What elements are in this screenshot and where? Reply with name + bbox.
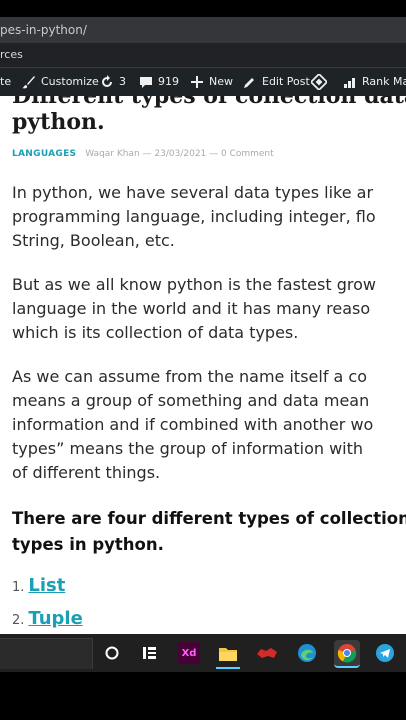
windows-taskbar: Xd <box>0 634 406 672</box>
comments-count: 919 <box>158 75 179 88</box>
list-item: 2. Tuple <box>12 608 83 629</box>
paragraph-1: In python, we have several data types li… <box>12 181 406 253</box>
cortana-icon[interactable] <box>100 641 124 665</box>
wp-admin-bar: te Customize 3 919 New Edit Post Rank Ma <box>0 68 406 96</box>
refresh-icon <box>102 75 112 87</box>
admin-item-rank-math[interactable]: Rank Ma <box>343 68 406 96</box>
chrome-icon[interactable] <box>334 640 360 668</box>
paragraph-line: As we can assume from the name itself a … <box>12 367 368 386</box>
paragraph-line: But as we all know python is the fastest… <box>12 275 376 294</box>
paragraph-line: of different things. <box>12 463 161 482</box>
address-bar[interactable]: pes-in-python/ <box>0 17 406 43</box>
updates-count: 3 <box>119 75 126 88</box>
list-item: 1. List <box>12 575 65 596</box>
paragraph-line: programming language, including integer,… <box>12 207 376 226</box>
taskbar-search-box[interactable] <box>0 638 93 669</box>
edge-icon[interactable] <box>295 641 319 665</box>
section-heading: There are four different types of collec… <box>12 506 406 558</box>
paragraph-line: In python, we have several data types li… <box>12 183 374 202</box>
paragraph-line: String, Boolean, etc. <box>12 231 175 250</box>
file-explorer-icon[interactable] <box>216 641 240 669</box>
edit-post-label: Edit Post <box>262 75 310 88</box>
admin-item-new[interactable]: New <box>190 68 233 96</box>
paragraph-2: But as we all know python is the fastest… <box>12 273 406 345</box>
admin-item-site[interactable]: te <box>0 68 11 96</box>
brush-icon <box>22 76 35 89</box>
new-label: New <box>209 75 233 88</box>
telegram-icon[interactable] <box>373 641 397 665</box>
bookmarks-bar: rces <box>0 43 406 68</box>
adobe-xd-icon[interactable]: Xd <box>177 641 201 665</box>
rank-math-label: Rank Ma <box>362 75 406 88</box>
url-text[interactable]: pes-in-python/ <box>0 17 87 43</box>
top-black-bar <box>0 0 406 17</box>
category-link[interactable]: LANGUAGES <box>12 149 76 159</box>
admin-item-updates[interactable]: 3 <box>100 68 126 96</box>
red-app-icon[interactable] <box>255 641 279 665</box>
paragraph-line: means a group of something and data mean <box>12 391 370 410</box>
admin-item-seo[interactable] <box>311 68 332 96</box>
post-title-line1: Different types of collection data type <box>12 96 406 109</box>
diamond-icon <box>311 74 327 90</box>
author-date-comments: Waqar Khan — 23/03/2021 — 0 Comment <box>85 149 274 159</box>
list-link-tuple[interactable]: Tuple <box>28 608 82 629</box>
paragraph-line: types” means the group of information wi… <box>12 439 364 458</box>
admin-item-edit-post[interactable]: Edit Post <box>243 68 310 96</box>
task-view-icon[interactable] <box>138 641 162 665</box>
bar-chart-icon <box>344 78 355 88</box>
paragraph-line: information and if combined with another… <box>12 415 374 434</box>
list-number: 1. <box>12 580 25 595</box>
comment-bubble-icon <box>140 77 152 88</box>
admin-item-comments[interactable]: 919 <box>139 68 179 96</box>
heading-line: There are four different types of collec… <box>12 509 406 528</box>
list-number: 2. <box>12 613 25 628</box>
bookmark-item[interactable]: rces <box>0 43 23 67</box>
post-meta: LANGUAGES Waqar Khan — 23/03/2021 — 0 Co… <box>12 149 274 159</box>
bottom-black-bar <box>0 672 406 720</box>
post-title: Different types of collection data type … <box>12 96 406 135</box>
xd-label: Xd <box>178 642 200 664</box>
admin-site-label: te <box>0 75 12 88</box>
paragraph-3: As we can assume from the name itself a … <box>12 365 406 485</box>
article-content: Different types of collection data type … <box>0 96 406 634</box>
plus-icon <box>191 76 203 88</box>
list-link-list[interactable]: List <box>28 575 65 596</box>
paragraph-line: language in the world and it has many re… <box>12 299 371 318</box>
paragraph-line: which is its collection of data types. <box>12 323 299 342</box>
admin-item-customize[interactable]: Customize <box>22 68 99 96</box>
customize-label: Customize <box>41 75 99 88</box>
heading-line: types in python. <box>12 535 164 554</box>
post-title-line2: python. <box>12 109 105 135</box>
pencil-icon <box>244 78 254 88</box>
